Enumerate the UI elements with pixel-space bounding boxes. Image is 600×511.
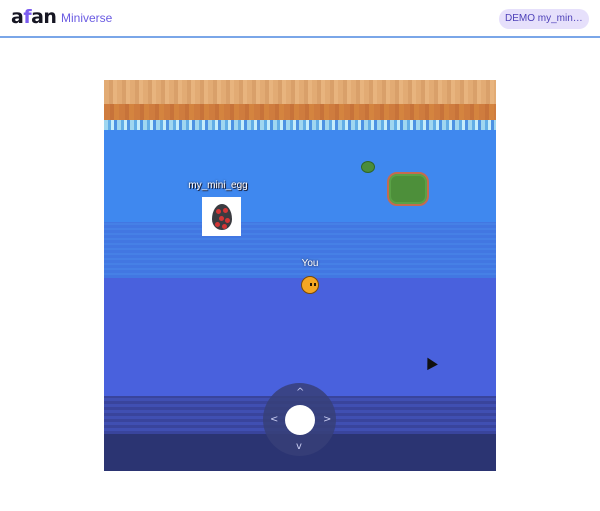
demo-badge-button[interactable]: DEMO my_mini_eg... <box>499 9 589 29</box>
joystick-knob[interactable] <box>285 405 315 435</box>
egg-spot <box>225 218 230 223</box>
player-eye <box>314 283 316 286</box>
logo-text-an: an <box>31 6 57 28</box>
npc-avatar-card[interactable] <box>202 197 241 236</box>
joystick-down-arrow-icon[interactable]: v <box>296 442 302 452</box>
player-character <box>301 276 319 294</box>
game-canvas[interactable]: my_mini_egg You ^ v < > <box>104 80 496 471</box>
deep-water <box>104 278 496 396</box>
npc-name-label: my_mini_egg <box>188 180 248 191</box>
egg-spot <box>219 216 224 221</box>
top-bar: afan Miniverse DEMO my_mini_eg... <box>0 0 600 38</box>
player-label: You <box>301 258 319 269</box>
joystick-left-arrow-icon[interactable]: < <box>270 415 278 425</box>
joystick[interactable]: ^ v < > <box>263 383 336 456</box>
afan-logo[interactable]: afan <box>11 6 57 28</box>
egg-spot <box>222 224 227 229</box>
small-bush-island <box>361 161 375 173</box>
egg-spot <box>215 222 220 227</box>
shore-foam <box>104 120 496 130</box>
logo-text-a: a <box>11 6 24 28</box>
egg-spot <box>216 209 221 214</box>
joystick-up-arrow-icon[interactable]: ^ <box>296 388 304 398</box>
grass-island <box>387 172 429 206</box>
app-name: Miniverse <box>61 11 113 25</box>
sand-beach <box>104 80 496 104</box>
logo-text-f: f <box>23 6 32 28</box>
shallow-water <box>104 130 496 222</box>
player-eye <box>310 283 312 286</box>
water-band <box>104 222 496 278</box>
egg-icon <box>212 204 232 230</box>
egg-spot <box>223 208 228 213</box>
joystick-right-arrow-icon[interactable]: > <box>323 415 331 425</box>
